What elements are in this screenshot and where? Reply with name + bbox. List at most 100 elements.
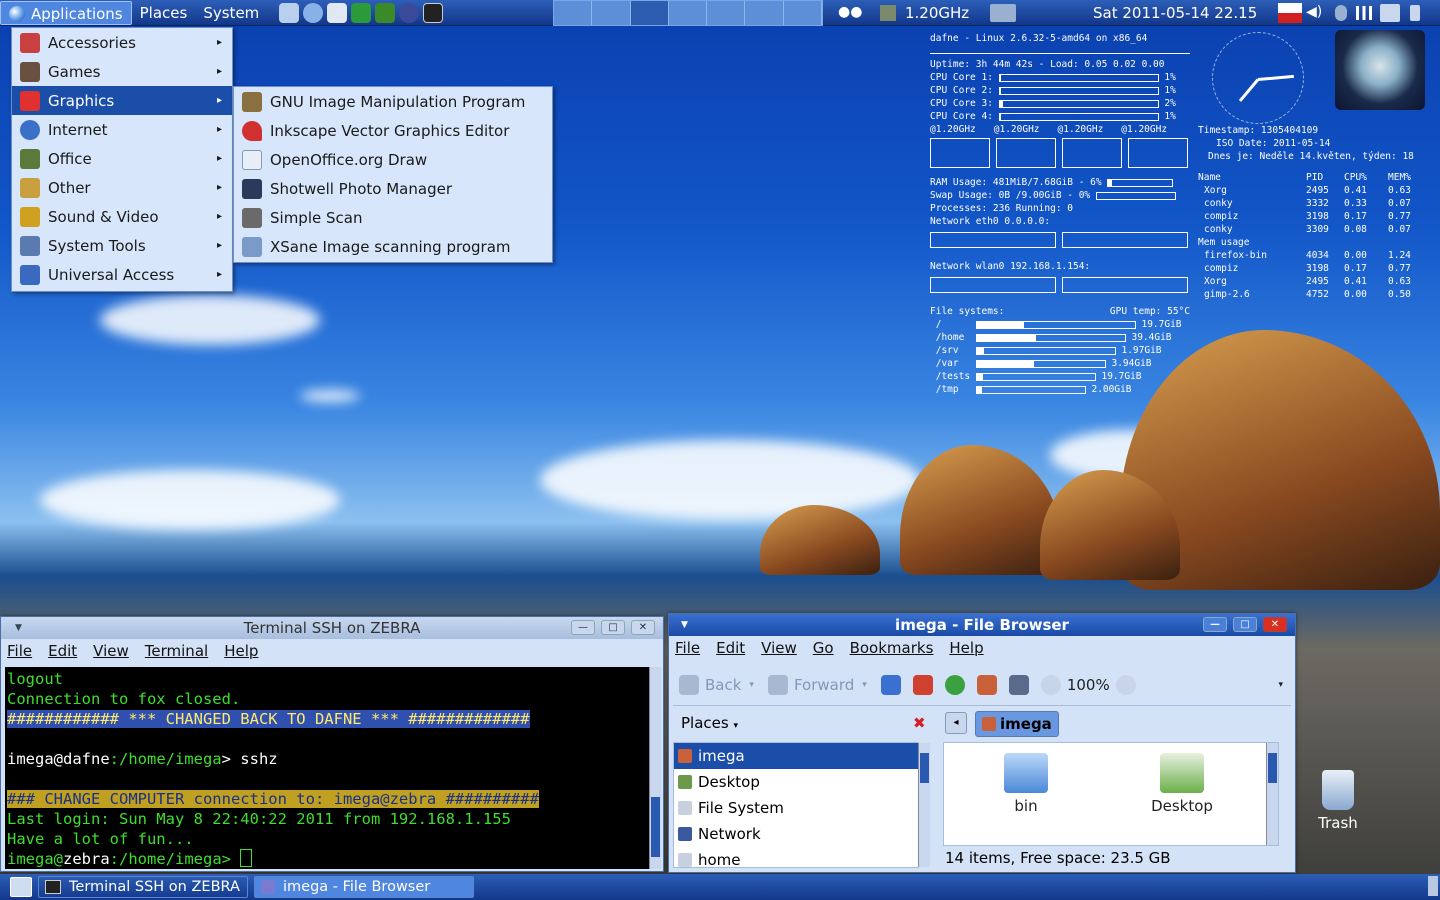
eclipse-launcher-icon[interactable] xyxy=(399,2,420,23)
submenu-arrow-icon: ▸ xyxy=(216,95,222,106)
taskbar-handle[interactable] xyxy=(1428,876,1438,896)
menu-item-inkscape[interactable]: Inkscape Vector Graphics Editor xyxy=(234,116,552,145)
zoom-level[interactable]: 100% xyxy=(1067,676,1110,694)
workspace-6[interactable] xyxy=(745,1,784,25)
menu-file[interactable]: File xyxy=(675,639,700,657)
menu-view[interactable]: View xyxy=(761,639,797,657)
internet-icon xyxy=(20,119,40,140)
menu-terminal[interactable]: Terminal xyxy=(145,642,208,660)
menu-item-accessories[interactable]: Accessories ▸ xyxy=(12,28,232,57)
home-icon[interactable] xyxy=(976,674,997,695)
computer-icon[interactable] xyxy=(1008,674,1029,695)
places-scrollbar[interactable] xyxy=(918,743,930,867)
menu-go[interactable]: Go xyxy=(813,639,834,657)
task-terminal[interactable]: Terminal SSH on ZEBRA xyxy=(38,876,248,898)
volume-icon[interactable]: ◀) xyxy=(1306,4,1322,20)
show-desktop-icon[interactable] xyxy=(10,877,32,897)
terminal-titlebar[interactable]: ▼ Terminal SSH on ZEBRA — □ ✕ xyxy=(1,617,663,639)
zoom-out-icon[interactable] xyxy=(1040,674,1061,695)
close-sidebar-icon[interactable]: ✖ xyxy=(913,714,926,732)
places-menu[interactable]: Places xyxy=(132,1,196,25)
stop-icon[interactable] xyxy=(912,674,933,695)
minimize-button[interactable]: — xyxy=(571,620,595,635)
workspace-7[interactable] xyxy=(783,1,822,25)
launcher-icon[interactable] xyxy=(279,2,300,23)
graphics-icon xyxy=(20,90,40,111)
place-imega[interactable]: imega xyxy=(674,743,918,769)
tools-launcher-icon[interactable] xyxy=(351,2,372,23)
workspace-1[interactable] xyxy=(554,1,593,25)
window-menu-icon[interactable]: ▼ xyxy=(681,620,688,630)
workspace-4[interactable] xyxy=(668,1,708,25)
system-menu[interactable]: System xyxy=(195,1,267,25)
workspace-switcher[interactable] xyxy=(553,0,823,26)
trash-desktop-icon[interactable]: Trash xyxy=(1310,770,1366,832)
back-button[interactable]: Back xyxy=(705,676,741,694)
mail-launcher-icon[interactable] xyxy=(327,2,348,23)
terminal-launcher-icon[interactable] xyxy=(423,2,444,23)
workspace-2[interactable] xyxy=(592,1,631,25)
menu-item-internet[interactable]: Internet ▸ xyxy=(12,115,232,144)
maximize-button[interactable]: □ xyxy=(601,620,625,635)
menu-item-xsane[interactable]: XSane Image scanning program xyxy=(234,232,552,261)
close-button[interactable]: ✕ xyxy=(631,620,655,635)
menu-help[interactable]: Help xyxy=(949,639,983,657)
icons-scrollbar[interactable] xyxy=(1266,743,1278,845)
maximize-button[interactable]: □ xyxy=(1233,617,1257,632)
location-back-icon[interactable]: ◂ xyxy=(945,712,967,734)
file-item-bin[interactable]: bin xyxy=(976,753,1076,815)
menu-item-graphics[interactable]: Graphics ▸ xyxy=(12,86,232,115)
clock[interactable]: Sat 2011-05-14 22.15 xyxy=(1093,4,1257,22)
menu-item-games[interactable]: Games ▸ xyxy=(12,57,232,86)
forward-button[interactable]: Forward xyxy=(794,676,854,694)
battery-icon[interactable] xyxy=(1410,5,1420,21)
terminal-scrollbar[interactable] xyxy=(649,667,661,869)
close-button[interactable]: ✕ xyxy=(1263,617,1287,632)
menu-item-other[interactable]: Other ▸ xyxy=(12,173,232,202)
location-button[interactable]: imega xyxy=(975,711,1059,737)
menu-item-gimp[interactable]: GNU Image Manipulation Program xyxy=(234,87,552,116)
cpu-core-bar xyxy=(998,99,1159,108)
menu-edit[interactable]: Edit xyxy=(48,642,77,660)
menu-item-office[interactable]: Office ▸ xyxy=(12,144,232,173)
vim-launcher-icon[interactable] xyxy=(375,2,396,23)
up-icon[interactable] xyxy=(880,674,901,695)
reload-icon[interactable] xyxy=(944,674,965,695)
desktop-folder-icon xyxy=(1160,753,1204,793)
menu-item-system-tools[interactable]: System Tools ▸ xyxy=(12,231,232,260)
menu-edit[interactable]: Edit xyxy=(716,639,745,657)
menu-item-shotwell[interactable]: Shotwell Photo Manager xyxy=(234,174,552,203)
menu-item-simple-scan[interactable]: Simple Scan xyxy=(234,203,552,232)
menu-bookmarks[interactable]: Bookmarks xyxy=(850,639,934,657)
place-desktop[interactable]: Desktop xyxy=(674,769,918,795)
menu-view[interactable]: View xyxy=(93,642,129,660)
workspace-3[interactable] xyxy=(630,1,669,25)
place-home[interactable]: home xyxy=(674,847,918,873)
menu-item-sound-video[interactable]: Sound & Video ▸ xyxy=(12,202,232,231)
browser-launcher-icon[interactable] xyxy=(303,2,324,23)
printer-icon[interactable] xyxy=(1380,4,1400,22)
place-file-system[interactable]: File System xyxy=(674,795,918,821)
file-browser-titlebar[interactable]: ▼ imega - File Browser — □ ✕ xyxy=(669,614,1295,636)
file-item-desktop[interactable]: Desktop xyxy=(1132,753,1232,815)
bluetooth-icon[interactable] xyxy=(1335,5,1347,21)
minimize-button[interactable]: — xyxy=(1203,617,1227,632)
applications-menu[interactable]: Applications xyxy=(0,0,132,25)
cpu-graph xyxy=(996,138,1056,168)
menu-help[interactable]: Help xyxy=(224,642,258,660)
conky-uptime: Uptime: 3h 44m 42s - Load: 0.05 0.02 0.0… xyxy=(930,59,1165,70)
terminal-output[interactable]: logout Connection to fox closed. #######… xyxy=(5,667,649,869)
place-network[interactable]: Network xyxy=(674,821,918,847)
network-monitor-icon[interactable] xyxy=(990,4,1016,22)
keyboard-layout-flag-icon[interactable] xyxy=(1278,3,1302,23)
signal-icon[interactable] xyxy=(1356,6,1372,20)
task-file-browser[interactable]: imega - File Browser xyxy=(254,876,474,898)
zoom-in-icon[interactable] xyxy=(1115,674,1136,695)
menu-file[interactable]: File xyxy=(7,642,32,660)
menu-item-universal-access[interactable]: Universal Access ▸ xyxy=(12,260,232,289)
window-menu-icon[interactable]: ▼ xyxy=(15,623,22,633)
toolbar-overflow-icon[interactable]: ▾ xyxy=(1278,680,1283,690)
workspace-5[interactable] xyxy=(707,1,746,25)
menu-item-oo-draw[interactable]: OpenOffice.org Draw xyxy=(234,145,552,174)
places-selector[interactable]: Places ▾ xyxy=(681,714,738,732)
